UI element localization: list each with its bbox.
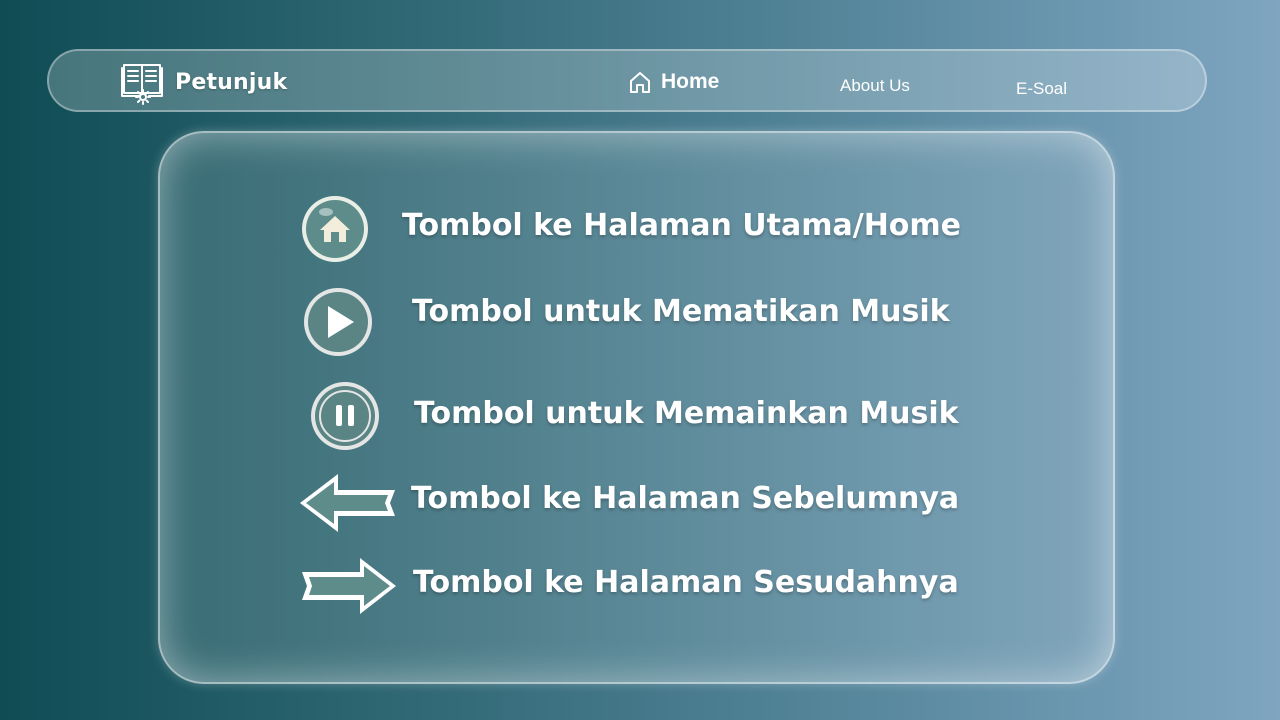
legend-label-home: Tombol ke Halaman Utama/Home xyxy=(402,208,962,243)
nav-about-link[interactable]: About Us xyxy=(840,76,910,96)
legend-item-next xyxy=(298,556,398,616)
nav-esoal-link[interactable]: E-Soal xyxy=(1016,79,1067,99)
nav-home-label: Home xyxy=(661,70,720,93)
legend-label-play: Tombol untuk Mematikan Musik xyxy=(412,294,950,329)
brand-label: Petunjuk xyxy=(175,69,288,95)
nav-home-link[interactable]: Home xyxy=(627,69,719,95)
legend-label-pause: Tombol untuk Memainkan Musik xyxy=(414,396,959,431)
navbar: Petunjuk Home About Us E-Soal xyxy=(47,49,1207,112)
pause-button-icon[interactable] xyxy=(309,380,381,452)
legend-item-prev xyxy=(298,472,398,534)
legend-item-pause xyxy=(309,380,381,452)
legend-item-home xyxy=(300,194,370,264)
home-button-icon[interactable] xyxy=(300,194,370,264)
legend-label-next: Tombol ke Halaman Sesudahnya xyxy=(413,565,959,600)
arrow-left-icon[interactable] xyxy=(298,472,398,534)
home-outline-icon xyxy=(630,72,650,93)
legend-item-play xyxy=(302,286,374,358)
play-button-icon[interactable] xyxy=(302,286,374,358)
arrow-right-icon[interactable] xyxy=(298,556,398,616)
legend-label-prev: Tombol ke Halaman Sebelumnya xyxy=(411,481,960,516)
book-gear-icon xyxy=(121,64,163,105)
brand[interactable]: Petunjuk xyxy=(121,59,287,105)
